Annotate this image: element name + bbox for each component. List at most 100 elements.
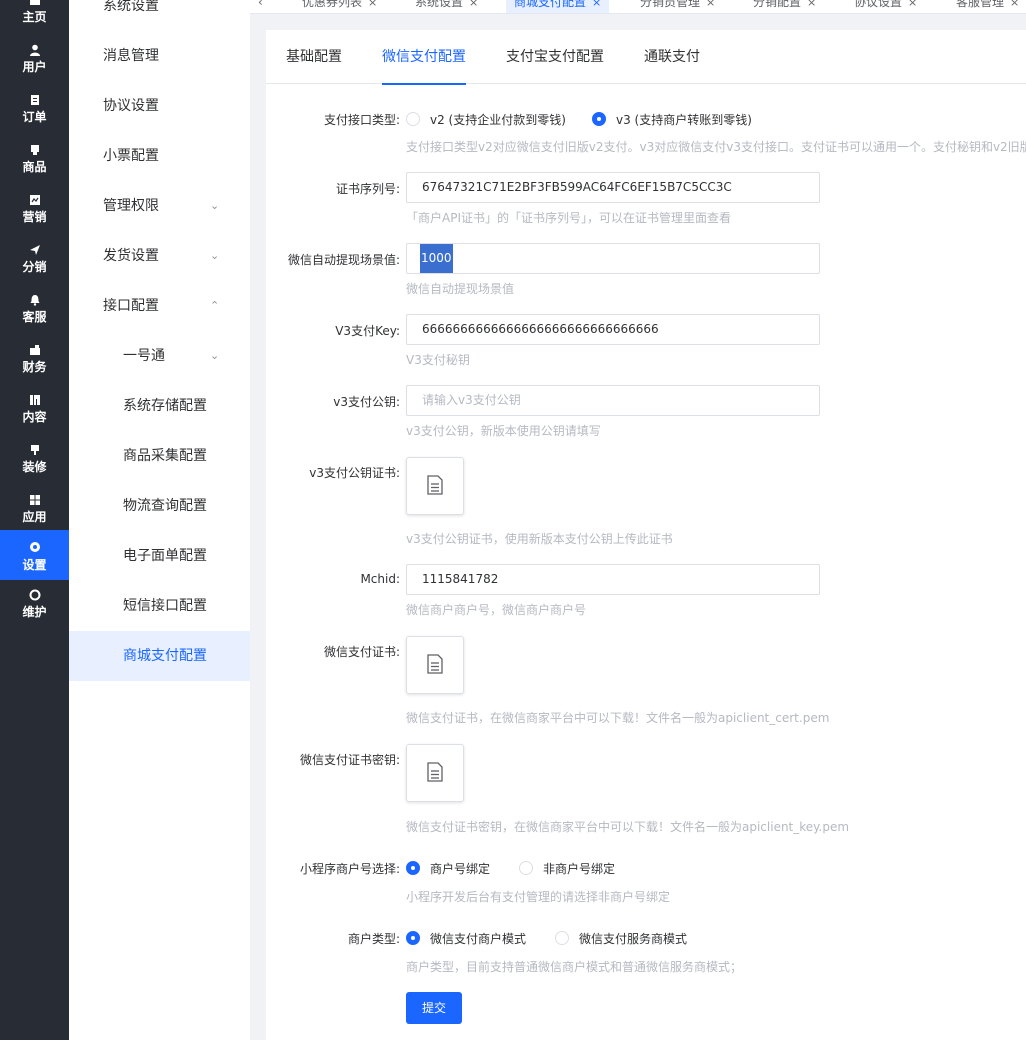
- mini-mch-bind-radio[interactable]: 商户号绑定: [406, 860, 490, 876]
- settings-icon: [0, 541, 69, 553]
- close-icon[interactable]: ×: [807, 0, 816, 9]
- sidebar-item-logistics[interactable]: 物流查询配置: [69, 481, 250, 531]
- bell-icon: [0, 294, 69, 306]
- sidebar-item-storage[interactable]: 系统存储配置: [69, 381, 250, 431]
- mch-type-merchant-radio[interactable]: 微信支付商户模式: [406, 930, 526, 946]
- sidebar-item-mall-payment[interactable]: 商城支付配置: [69, 631, 250, 681]
- sidebar-item-agreement[interactable]: 协议设置: [69, 81, 250, 131]
- close-icon[interactable]: ×: [908, 0, 917, 9]
- close-icon[interactable]: ×: [469, 0, 478, 9]
- sidebar-item-message[interactable]: 消息管理: [69, 31, 250, 81]
- rail-label: 客服: [22, 310, 47, 324]
- cert-upload[interactable]: [406, 636, 464, 694]
- icon-rail: 主页 用户 订单 商品 营销 分销 客服 财务 内容 装修 应用 设置 维护: [0, 0, 69, 1040]
- v3-pubkey-help: v3支付公钥，新版本使用公钥请填写: [406, 424, 601, 438]
- cert-label: 微信支付证书:: [323, 645, 400, 659]
- sidebar-item-shipping[interactable]: 发货设置 ⌄: [69, 231, 250, 281]
- home-icon: [0, 0, 69, 6]
- page-tabs: ‹ 优惠券列表 × 系统设置 × 商城支付配置 × 分销员管理 × 分销配置 × 协议设置…: [250, 0, 1026, 14]
- sidebar-item-sms[interactable]: 短信接口配置: [69, 581, 250, 631]
- radio-dot: [406, 861, 420, 875]
- rail-label: 商品: [22, 160, 47, 174]
- scene-input[interactable]: 1000: [406, 243, 820, 274]
- rail-item-content[interactable]: 内容: [0, 385, 69, 435]
- decorate-icon: [0, 444, 69, 456]
- pay-type-label: 支付接口类型:: [323, 113, 400, 127]
- rail-label: 财务: [22, 360, 47, 374]
- sidebar-item-label: 短信接口配置: [123, 598, 207, 614]
- rail-item-order[interactable]: 订单: [0, 85, 69, 135]
- sidebar-item-label: 系统设置: [103, 0, 159, 14]
- close-icon[interactable]: ×: [368, 0, 377, 9]
- mchid-input[interactable]: 1115841782: [406, 564, 820, 595]
- tab-customer-service[interactable]: 客服管理 ×: [956, 0, 1019, 13]
- tab-mall-payment[interactable]: 商城支付配置 ×: [506, 0, 610, 13]
- radio-dot: [406, 112, 420, 126]
- finance-icon: [0, 344, 69, 356]
- rail-item-finance[interactable]: 财务: [0, 335, 69, 385]
- tab-wechat-pay[interactable]: 微信支付配置: [382, 30, 466, 85]
- rail-item-maintain[interactable]: 维护: [0, 580, 69, 630]
- order-icon: [0, 94, 69, 106]
- radio-dot: [406, 931, 420, 945]
- rail-item-decorate[interactable]: 装修: [0, 435, 69, 485]
- sidebar-item-yihaotong[interactable]: 一号通 ⌄: [69, 331, 250, 381]
- rail-label: 设置: [22, 558, 47, 572]
- pay-type-v3-radio[interactable]: v3 (支持商户转账到零钱): [592, 111, 752, 127]
- tab-coupon-list[interactable]: 优惠券列表 ×: [302, 0, 377, 13]
- close-icon[interactable]: ×: [592, 0, 601, 9]
- cert-key-upload[interactable]: [406, 744, 464, 802]
- v3-key-input[interactable]: 6666666666666666666666666666666: [406, 314, 820, 345]
- mch-type-provider-radio[interactable]: 微信支付服务商模式: [555, 930, 687, 946]
- tab-allinpay[interactable]: 通联支付: [644, 30, 700, 84]
- marketing-icon: [0, 194, 69, 206]
- rail-item-service[interactable]: 客服: [0, 285, 69, 335]
- tab-distributor[interactable]: 分销员管理 ×: [640, 0, 715, 13]
- submit-button[interactable]: 提交: [406, 992, 462, 1024]
- rail-item-goods[interactable]: 商品: [0, 135, 69, 185]
- sidebar-item-system-settings[interactable]: 系统设置: [69, 0, 250, 31]
- scene-input-value: 1000: [420, 244, 453, 273]
- tab-label: 协议设置: [854, 0, 903, 9]
- pay-type-v2-radio[interactable]: v2 (支持企业付款到零钱): [406, 111, 566, 127]
- sidebar-item-label: 商城支付配置: [123, 648, 207, 664]
- v3-pubcert-upload[interactable]: [406, 457, 464, 515]
- mini-mch-unbind-radio[interactable]: 非商户号绑定: [519, 860, 615, 876]
- tabs-scroll-left-icon[interactable]: ‹: [258, 0, 263, 13]
- tab-distribution-config[interactable]: 分销配置 ×: [753, 0, 816, 13]
- user-icon: [0, 44, 69, 56]
- send-icon: [0, 244, 69, 256]
- sidebar-item-waybill[interactable]: 电子面单配置: [69, 531, 250, 581]
- rail-label: 用户: [22, 60, 47, 74]
- document-icon: [426, 761, 444, 785]
- sidebar-item-permissions[interactable]: 管理权限 ⌄: [69, 181, 250, 231]
- serial-no-help: 「商户API证书」的「证书序列号」，可以在证书管理里面查看: [406, 211, 731, 225]
- rail-item-marketing[interactable]: 营销: [0, 185, 69, 235]
- close-icon[interactable]: ×: [1010, 0, 1019, 9]
- sidebar-item-collect[interactable]: 商品采集配置: [69, 431, 250, 481]
- tab-basic[interactable]: 基础配置: [286, 30, 342, 84]
- rail-label: 订单: [22, 110, 47, 124]
- scene-label: 微信自动提现场景值:: [287, 253, 400, 267]
- tab-alipay[interactable]: 支付宝支付配置: [506, 30, 604, 84]
- sidebar-item-label: 小票配置: [103, 148, 159, 164]
- rail-label: 装修: [22, 460, 47, 474]
- chevron-down-icon: ⌄: [210, 349, 220, 362]
- rail-item-distribution[interactable]: 分销: [0, 235, 69, 285]
- tab-label: 客服管理: [956, 0, 1005, 9]
- rail-item-user[interactable]: 用户: [0, 35, 69, 85]
- v3-pubkey-input[interactable]: 请输入v3支付公钥: [406, 385, 820, 416]
- sidebar-item-receipt[interactable]: 小票配置: [69, 131, 250, 181]
- mch-type-help: 商户类型，目前支持普通微信商户模式和普通微信服务商模式；: [406, 960, 743, 974]
- apps-icon: [0, 494, 69, 506]
- rail-item-settings[interactable]: 设置: [0, 530, 69, 580]
- mini-mch-label: 小程序商户号选择:: [299, 862, 400, 876]
- close-icon[interactable]: ×: [706, 0, 715, 9]
- tab-agreement[interactable]: 协议设置 ×: [854, 0, 917, 13]
- serial-no-input[interactable]: 67647321C71E2BF3FB599AC64FC6EF15B7C5CC3C: [406, 172, 820, 203]
- sidebar-item-interface[interactable]: 接口配置 ⌃: [69, 281, 250, 331]
- rail-item-home[interactable]: 主页: [0, 0, 69, 35]
- tab-system-settings[interactable]: 系统设置 ×: [415, 0, 478, 13]
- tab-label: 分销员管理: [640, 0, 701, 9]
- rail-item-apps[interactable]: 应用: [0, 485, 69, 535]
